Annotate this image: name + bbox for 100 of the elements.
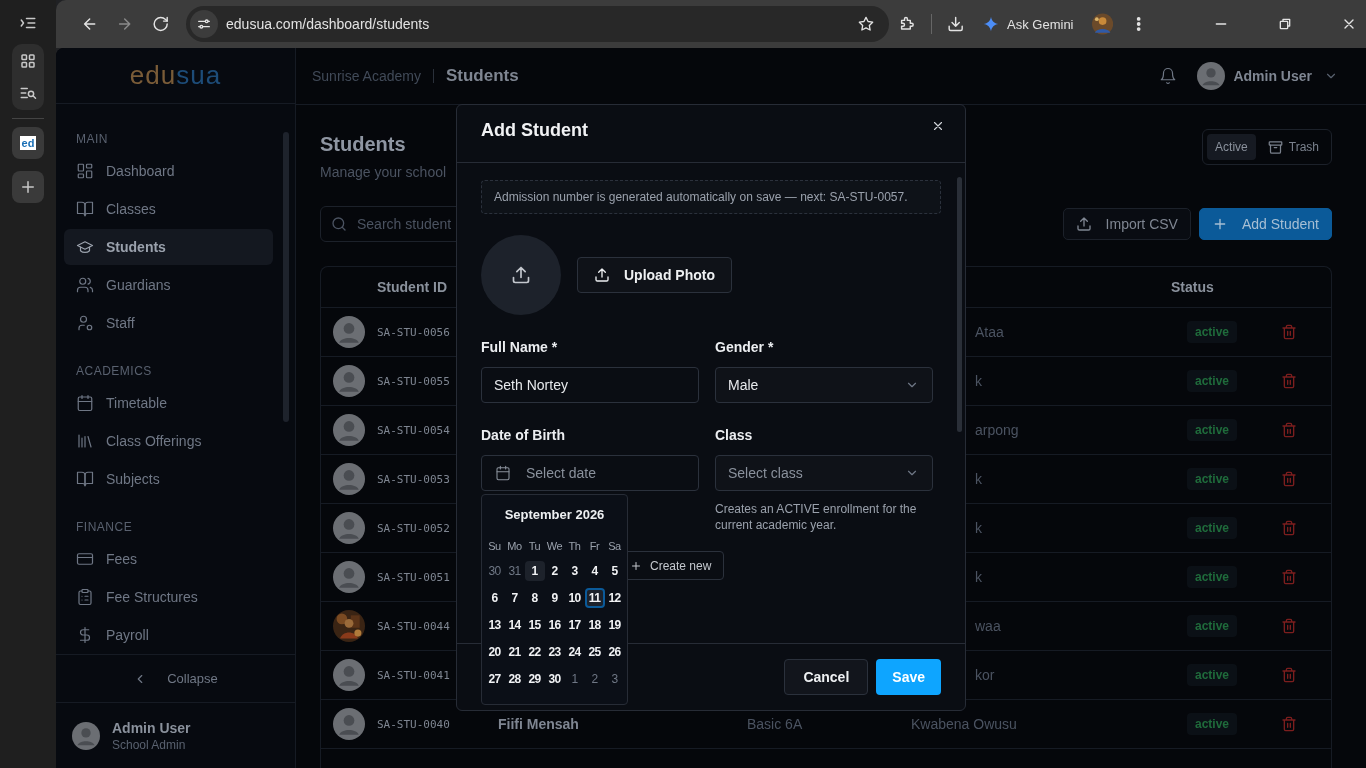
calendar-day[interactable]: 18 (584, 615, 605, 635)
calendar-day[interactable]: 29 (524, 669, 545, 689)
status-badge: active (1187, 615, 1238, 637)
calendar-day[interactable]: 19 (604, 615, 625, 635)
star-icon[interactable] (858, 16, 875, 32)
avatar-icon (333, 659, 365, 691)
download-icon[interactable] (946, 15, 965, 33)
page-heading: Students (445, 66, 519, 86)
calendar-day[interactable]: 31 (504, 561, 525, 581)
view-tab[interactable]: Trash (1259, 134, 1327, 160)
sidebar-item[interactable]: Class Offerings (64, 423, 273, 459)
sidebar-item[interactable]: Students (64, 229, 273, 265)
users-icon (76, 276, 94, 294)
avatar-icon (72, 721, 100, 750)
student-id: SA-STU-0051 (377, 570, 451, 584)
assistant-button[interactable]: Ask Gemini (973, 16, 1084, 32)
collapse-button[interactable]: Collapse (56, 654, 295, 703)
calendar-day[interactable]: 26 (604, 642, 625, 662)
calendar-day[interactable]: 28 (504, 669, 525, 689)
sidebar-item[interactable]: Fee Structures (64, 579, 273, 615)
scrollbar[interactable] (957, 177, 962, 432)
section-title: FINANCE (75, 519, 134, 536)
calendar-day[interactable]: 1 (524, 561, 545, 581)
tab-favicon[interactable]: ed (12, 127, 44, 159)
page-title: Students (320, 133, 407, 156)
calendar-day[interactable]: 9 (544, 588, 565, 608)
calendar-icon (495, 465, 511, 481)
new-tab-button[interactable] (12, 171, 44, 203)
status-badge: active (1187, 370, 1238, 392)
calendar-day[interactable]: 22 (524, 642, 545, 662)
calendar-day[interactable]: 3 (564, 561, 585, 581)
sidebar-item[interactable]: Subjects (64, 461, 273, 497)
book-icon (76, 470, 94, 488)
avatar-icon (333, 316, 365, 348)
guardian-name: k (974, 471, 983, 487)
select-field[interactable]: Male (715, 367, 933, 403)
student-id: SA-STU-0052 (377, 521, 451, 535)
help-text: Creates an ACTIVE enrollment for the current academic year. (715, 501, 918, 533)
weekday-label: Th (567, 540, 582, 552)
calendar-day[interactable]: 2 (544, 561, 565, 581)
logo: edusua (129, 60, 222, 91)
plus-icon (19, 178, 37, 196)
calendar-day[interactable]: 30 (484, 561, 505, 581)
sidebar-item[interactable]: Dashboard (64, 153, 273, 189)
calendar-day[interactable]: 25 (584, 642, 605, 662)
calendar-day[interactable]: 24 (564, 642, 585, 662)
add-student-button[interactable]: Add Student (1198, 208, 1332, 240)
user-menu[interactable]: Admin User (1197, 62, 1338, 90)
weekday-label: We (545, 540, 564, 552)
scrollbar[interactable] (283, 132, 289, 422)
calendar-day[interactable]: 3 (604, 669, 625, 689)
input-field[interactable]: Seth Nortey (481, 367, 699, 403)
upload-photo-button[interactable]: Upload Photo (577, 257, 732, 293)
sidebar-item[interactable]: Fees (64, 541, 273, 577)
calendar-icon (76, 394, 94, 412)
grid-icon[interactable] (19, 52, 37, 70)
status-badge: active (1187, 517, 1238, 539)
calendar-day[interactable]: 23 (544, 642, 565, 662)
select-field[interactable]: Select class (715, 455, 933, 491)
calendar-day[interactable]: 14 (504, 615, 525, 635)
status-badge: active (1187, 321, 1238, 343)
calendar-day[interactable]: 10 (564, 588, 585, 608)
calendar-day[interactable]: 1 (564, 669, 585, 689)
bell-icon[interactable] (1159, 67, 1178, 85)
sidebar-item[interactable]: Staff (64, 305, 273, 341)
sidebar-item[interactable]: Classes (64, 191, 273, 227)
calendar-day[interactable]: 2 (584, 669, 605, 689)
calendar-day[interactable]: 20 (484, 642, 505, 662)
field-label: Full Name * (481, 339, 559, 355)
student-id: SA-STU-0056 (377, 325, 451, 339)
import-button[interactable]: Import CSV (1062, 208, 1191, 240)
calendar-day[interactable]: 4 (584, 561, 605, 581)
address-bar[interactable]: edusua.com/dashboard/students (186, 6, 890, 42)
calendar-day[interactable]: 8 (524, 588, 545, 608)
calendar-day[interactable]: 27 (484, 669, 505, 689)
calendar-day[interactable]: 13 (484, 615, 505, 635)
credit-card-icon (76, 550, 94, 568)
calendar-day[interactable]: 12 (604, 588, 625, 608)
date-field[interactable]: Select date (481, 455, 699, 491)
avatar-icon (333, 414, 365, 446)
graduation-cap-icon (76, 238, 94, 256)
sidebar-item[interactable]: Timetable (64, 385, 273, 421)
student-id: SA-STU-0055 (377, 374, 451, 388)
site-info-icon[interactable] (196, 16, 213, 32)
calendar-day[interactable]: 6 (484, 588, 505, 608)
cancel-button[interactable]: Cancel (784, 659, 869, 695)
calendar-day[interactable]: 30 (544, 669, 565, 689)
view-tab[interactable]: Active (1207, 134, 1256, 160)
sidebar-item[interactable]: Guardians (64, 267, 273, 303)
calendar-day[interactable]: 7 (504, 588, 525, 608)
reload-icon[interactable] (151, 15, 170, 33)
puzzle-icon[interactable] (898, 15, 916, 33)
calendar-day[interactable]: 16 (544, 615, 565, 635)
calendar-day[interactable]: 15 (524, 615, 545, 635)
calendar-day[interactable]: 11 (584, 588, 605, 608)
sidebar-item[interactable]: Payroll (64, 617, 273, 653)
calendar-day[interactable]: 17 (564, 615, 585, 635)
url-text: edusua.com/dashboard/students (226, 16, 431, 32)
calendar-day[interactable]: 21 (504, 642, 525, 662)
student-id: SA-STU-0040 (377, 717, 451, 731)
